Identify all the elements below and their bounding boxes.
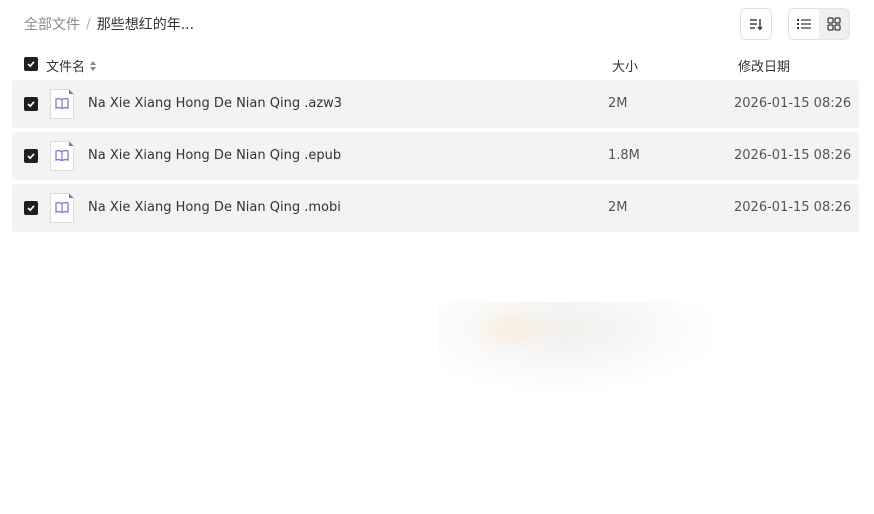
file-size: 2M	[608, 96, 628, 111]
name-column-label: 文件名	[46, 60, 86, 75]
file-modified-date: 2026-01-15 08:26	[734, 200, 852, 215]
table-header: 文件名 大小 修改日期	[24, 54, 850, 75]
table-row[interactable]: Na Xie Xiang Hong De Nian Qing .azw3 2M …	[12, 80, 859, 128]
file-name[interactable]: Na Xie Xiang Hong De Nian Qing .azw3	[88, 96, 342, 111]
checkmark-icon	[27, 153, 35, 160]
size-column-header: 大小	[612, 60, 639, 75]
list-view-icon	[797, 19, 811, 29]
file-name[interactable]: Na Xie Xiang Hong De Nian Qing .epub	[88, 148, 341, 163]
grid-view-button[interactable]	[819, 9, 849, 39]
breadcrumb-separator: /	[86, 16, 91, 32]
breadcrumb: 全部文件 / 那些想红的年...	[24, 14, 194, 34]
select-all-checkbox[interactable]	[24, 57, 38, 71]
checkmark-icon	[27, 101, 35, 108]
sort-toggle-icon[interactable]	[89, 60, 97, 72]
name-column-header[interactable]: 文件名	[46, 56, 97, 75]
grid-view-icon	[827, 17, 841, 31]
breadcrumb-root-link[interactable]: 全部文件	[24, 14, 80, 34]
file-modified-date: 2026-01-15 08:26	[734, 148, 852, 163]
breadcrumb-current-folder: 那些想红的年...	[96, 17, 195, 33]
date-column-header: 修改日期	[738, 60, 791, 75]
ebook-icon	[50, 193, 74, 223]
ebook-icon	[50, 141, 74, 171]
table-row[interactable]: Na Xie Xiang Hong De Nian Qing .mobi 2M …	[12, 184, 859, 232]
row-checkbox[interactable]	[24, 97, 38, 111]
view-switch	[788, 8, 850, 40]
table-row[interactable]: Na Xie Xiang Hong De Nian Qing .epub 1.8…	[12, 132, 859, 180]
background-glow-accent	[470, 310, 550, 350]
file-list: Na Xie Xiang Hong De Nian Qing .azw3 2M …	[12, 80, 859, 236]
sort-button[interactable]	[740, 8, 772, 40]
file-modified-date: 2026-01-15 08:26	[734, 96, 852, 111]
sort-icon	[750, 19, 763, 31]
checkmark-icon	[27, 61, 35, 68]
row-checkbox[interactable]	[24, 149, 38, 163]
list-view-button[interactable]	[789, 9, 819, 39]
checkmark-icon	[27, 205, 35, 212]
ebook-icon	[50, 89, 74, 119]
file-size: 1.8M	[608, 148, 640, 163]
file-name[interactable]: Na Xie Xiang Hong De Nian Qing .mobi	[88, 200, 341, 215]
file-size: 2M	[608, 200, 628, 215]
row-checkbox[interactable]	[24, 201, 38, 215]
toolbar	[740, 8, 850, 40]
